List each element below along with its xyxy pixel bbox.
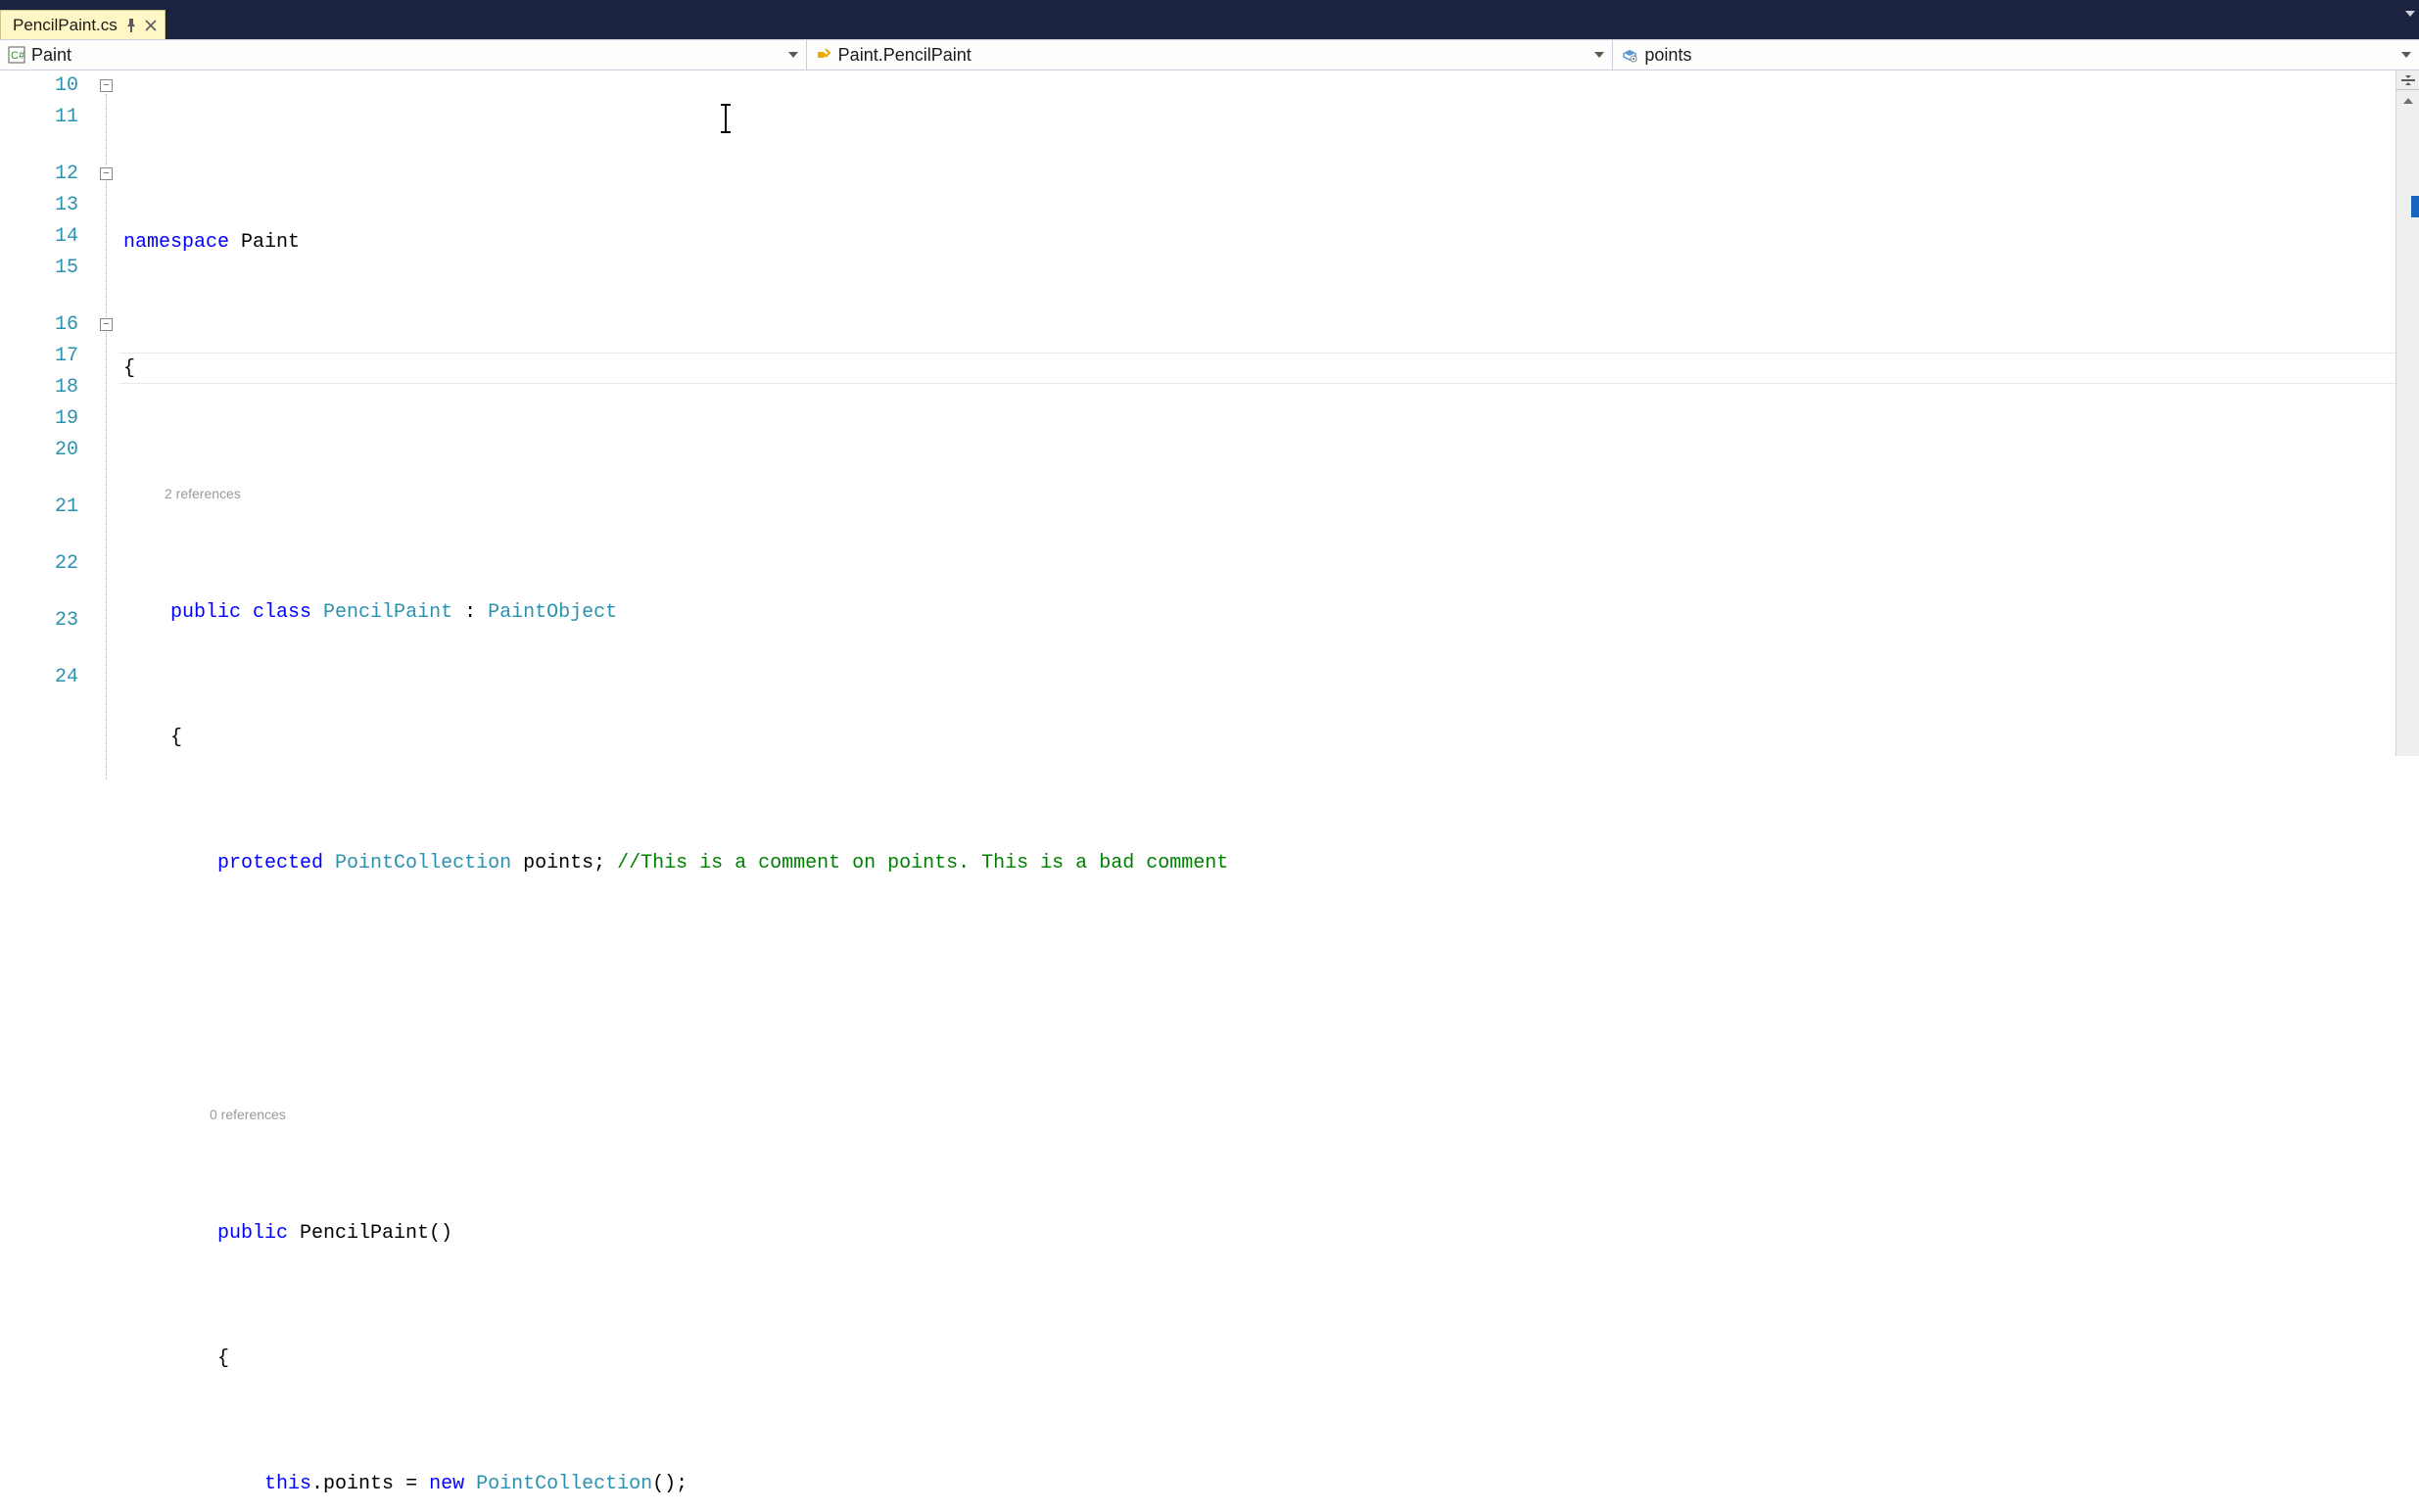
type: PencilPaint — [311, 601, 452, 624]
line-number: 15 — [0, 253, 78, 284]
punctuation: (); — [652, 1473, 688, 1495]
identifier: Paint — [229, 231, 300, 254]
keyword: class — [241, 601, 311, 624]
code-text: .points = — [311, 1473, 429, 1495]
nav-scope-text: Paint — [31, 45, 71, 66]
fold-toggle[interactable]: − — [100, 318, 113, 331]
keyword: public — [170, 601, 241, 624]
keyword: protected — [217, 852, 323, 874]
close-icon[interactable] — [145, 20, 157, 31]
code-line[interactable]: public PencilPaint() — [119, 1218, 2395, 1250]
change-marker — [2411, 196, 2419, 217]
code-line[interactable]: { — [119, 1344, 2395, 1375]
class-icon — [815, 46, 832, 64]
line-number: 20 — [0, 435, 78, 466]
split-editor-button[interactable] — [2396, 71, 2419, 90]
editor: 10 11 12 13 14 15 16 17 18 19 20 21 22 2… — [0, 71, 2419, 756]
line-number: 17 — [0, 341, 78, 372]
type: PointCollection — [464, 1473, 652, 1495]
brace: { — [170, 727, 182, 749]
line-number: 12 — [0, 159, 78, 190]
codelens-references[interactable]: 2 references — [119, 478, 2395, 503]
line-number: 24 — [0, 662, 78, 693]
code-line[interactable]: protected PointCollection points; //This… — [119, 848, 2395, 879]
codelens-references[interactable]: 0 references — [119, 1099, 2395, 1124]
brace: { — [123, 357, 135, 380]
line-number: 10 — [0, 71, 78, 102]
tab-title: PencilPaint.cs — [13, 16, 118, 35]
chevron-down-icon — [788, 52, 798, 58]
code-line[interactable] — [119, 973, 2395, 1005]
nav-member-text: points — [1644, 45, 1691, 66]
code-line[interactable]: namespace Paint — [119, 227, 2395, 259]
type: PaintObject — [488, 601, 617, 624]
fold-toggle[interactable]: − — [100, 79, 113, 92]
code-line-current[interactable]: { — [119, 353, 2395, 384]
pin-icon[interactable] — [125, 19, 137, 32]
line-number: 19 — [0, 403, 78, 435]
code-line[interactable]: this.points = new PointCollection(); — [119, 1469, 2395, 1500]
type: PointCollection — [323, 852, 511, 874]
brace: { — [217, 1347, 229, 1370]
line-number: 23 — [0, 605, 78, 637]
line-number: 21 — [0, 492, 78, 523]
scroll-up-arrow-icon[interactable] — [2396, 90, 2419, 112]
chevron-down-icon — [1594, 52, 1604, 58]
line-number: 22 — [0, 548, 78, 580]
tab-bar: PencilPaint.cs — [0, 6, 2419, 39]
tab-overflow-caret-icon[interactable] — [2405, 10, 2415, 21]
tab-pencilpaint[interactable]: PencilPaint.cs — [0, 10, 166, 39]
code-text-area[interactable]: namespace Paint { 2 references public cl… — [119, 71, 2395, 756]
keyword: new — [429, 1473, 464, 1495]
line-number: 14 — [0, 221, 78, 253]
nav-type-dropdown[interactable]: Paint.PencilPaint — [807, 40, 1614, 70]
csharp-project-icon: C# — [8, 46, 25, 64]
vertical-scrollbar[interactable] — [2395, 71, 2419, 756]
identifier: points; — [511, 852, 617, 874]
punctuation: : — [452, 601, 488, 624]
keyword: public — [217, 1222, 288, 1245]
keyword: this — [264, 1473, 311, 1495]
keyword: namespace — [123, 231, 229, 254]
line-number-gutter: 10 11 12 13 14 15 16 17 18 19 20 21 22 2… — [0, 71, 98, 756]
svg-text:C#: C# — [11, 50, 25, 62]
outlining-margin[interactable]: − − − — [98, 71, 119, 756]
code-line[interactable]: public class PencilPaint : PaintObject — [119, 597, 2395, 629]
line-number: 13 — [0, 190, 78, 221]
navigation-bar: C# Paint Paint.PencilPaint points — [0, 39, 2419, 71]
line-number: 11 — [0, 102, 78, 133]
comment: //This is a comment on points. This is a… — [617, 852, 1228, 874]
fold-toggle[interactable]: − — [100, 167, 113, 180]
line-number: 18 — [0, 372, 78, 403]
code-line[interactable]: { — [119, 723, 2395, 754]
nav-member-dropdown[interactable]: points — [1613, 40, 2419, 70]
line-number: 16 — [0, 309, 78, 341]
nav-type-text: Paint.PencilPaint — [838, 45, 972, 66]
editor-main[interactable]: 10 11 12 13 14 15 16 17 18 19 20 21 22 2… — [0, 71, 2395, 756]
nav-scope-dropdown[interactable]: C# Paint — [0, 40, 807, 70]
identifier: PencilPaint() — [288, 1222, 452, 1245]
chevron-down-icon — [2401, 52, 2411, 58]
field-icon — [1621, 46, 1638, 64]
text-cursor — [725, 106, 727, 131]
